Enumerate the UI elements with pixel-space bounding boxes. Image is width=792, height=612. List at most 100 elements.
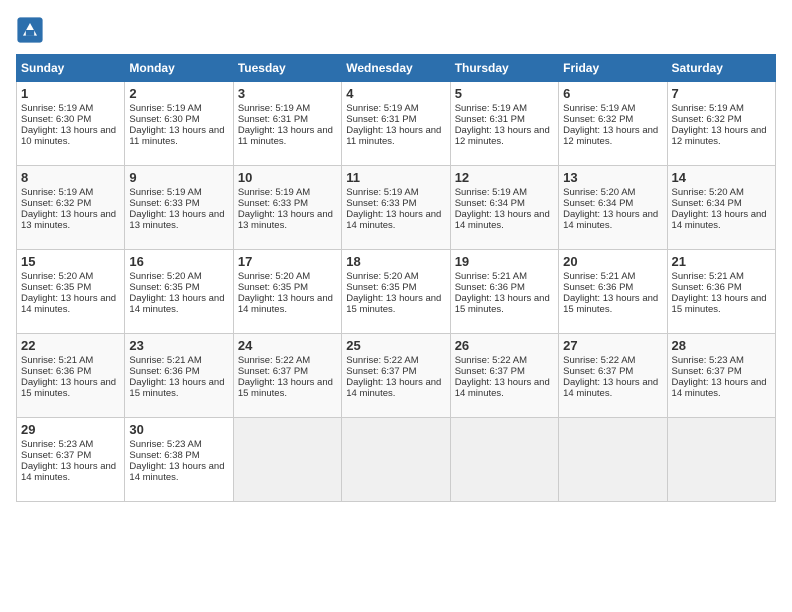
sunset-text: Sunset: 6:33 PM (346, 198, 416, 209)
sunrise-text: Sunrise: 5:23 AM (672, 355, 744, 366)
day-number: 20 (563, 254, 662, 269)
calendar-cell: 30Sunrise: 5:23 AMSunset: 6:38 PMDayligh… (125, 418, 233, 502)
sunset-text: Sunset: 6:37 PM (238, 366, 308, 377)
daylight-text: Daylight: 13 hours and 12 minutes. (563, 125, 658, 147)
sunrise-text: Sunrise: 5:22 AM (238, 355, 310, 366)
daylight-text: Daylight: 13 hours and 13 minutes. (21, 209, 116, 231)
sunset-text: Sunset: 6:32 PM (672, 114, 742, 125)
calendar-cell: 21 Sunrise: 5:21 AMSunset: 6:36 PMDayligh… (667, 250, 775, 334)
sunset-text: Sunset: 6:36 PM (21, 366, 91, 377)
daylight-text: Daylight: 13 hours and 14 minutes. (455, 377, 550, 399)
sunrise-text: Sunrise: 5:20 AM (346, 271, 418, 282)
sunrise-text: Sunrise: 5:19 AM (21, 103, 93, 114)
daylight-text: Daylight: 13 hours and 15 minutes. (129, 377, 224, 399)
day-number: 1 (21, 86, 120, 101)
sunrise-text: Sunrise: 5:19 AM (238, 187, 310, 198)
day-number: 24 (238, 338, 337, 353)
calendar-week-row: 8Sunrise: 5:19 AMSunset: 6:32 PMDaylight… (17, 166, 776, 250)
sunrise-text: Sunrise: 5:19 AM (129, 103, 201, 114)
sunset-text: Sunset: 6:36 PM (455, 282, 525, 293)
calendar-cell: 11Sunrise: 5:19 AMSunset: 6:33 PMDayligh… (342, 166, 450, 250)
day-number: 21 (672, 254, 771, 269)
calendar-cell: 28Sunrise: 5:23 AMSunset: 6:37 PMDayligh… (667, 334, 775, 418)
weekday-header-monday: Monday (125, 55, 233, 82)
sunrise-text: Sunrise: 5:20 AM (672, 187, 744, 198)
calendar-week-row: 22Sunrise: 5:21 AMSunset: 6:36 PMDayligh… (17, 334, 776, 418)
day-number: 16 (129, 254, 228, 269)
calendar-cell: 26Sunrise: 5:22 AMSunset: 6:37 PMDayligh… (450, 334, 558, 418)
calendar-cell: 2Sunrise: 5:19 AMSunset: 6:30 PMDaylight… (125, 82, 233, 166)
sunset-text: Sunset: 6:34 PM (563, 198, 633, 209)
sunset-text: Sunset: 6:30 PM (21, 114, 91, 125)
weekday-header-saturday: Saturday (667, 55, 775, 82)
sunrise-text: Sunrise: 5:20 AM (238, 271, 310, 282)
sunset-text: Sunset: 6:34 PM (455, 198, 525, 209)
daylight-text: Daylight: 13 hours and 13 minutes. (238, 209, 333, 231)
daylight-text: Daylight: 13 hours and 15 minutes. (455, 293, 550, 315)
calendar-cell: 7Sunrise: 5:19 AMSunset: 6:32 PMDaylight… (667, 82, 775, 166)
calendar-cell (450, 418, 558, 502)
daylight-text: Daylight: 13 hours and 12 minutes. (672, 125, 767, 147)
sunrise-text: Sunrise: 5:19 AM (455, 103, 527, 114)
daylight-text: Daylight: 13 hours and 15 minutes. (346, 293, 441, 315)
calendar-cell: 29Sunrise: 5:23 AMSunset: 6:37 PMDayligh… (17, 418, 125, 502)
sunrise-text: Sunrise: 5:19 AM (563, 103, 635, 114)
sunrise-text: Sunrise: 5:19 AM (21, 187, 93, 198)
weekday-header-wednesday: Wednesday (342, 55, 450, 82)
sunrise-text: Sunrise: 5:20 AM (21, 271, 93, 282)
daylight-text: Daylight: 13 hours and 14 minutes. (672, 209, 767, 231)
sunrise-text: Sunrise: 5:22 AM (455, 355, 527, 366)
calendar-cell: 1 Sunrise: 5:19 AMSunset: 6:30 PMDaylight… (17, 82, 125, 166)
sunset-text: Sunset: 6:33 PM (238, 198, 308, 209)
daylight-text: Daylight: 13 hours and 15 minutes. (21, 377, 116, 399)
calendar-cell: 23Sunrise: 5:21 AMSunset: 6:36 PMDayligh… (125, 334, 233, 418)
calendar-cell: 15Sunrise: 5:20 AMSunset: 6:35 PMDayligh… (17, 250, 125, 334)
daylight-text: Daylight: 13 hours and 14 minutes. (563, 377, 658, 399)
sunset-text: Sunset: 6:31 PM (238, 114, 308, 125)
logo-icon (16, 16, 44, 44)
daylight-text: Daylight: 13 hours and 12 minutes. (455, 125, 550, 147)
calendar-cell (667, 418, 775, 502)
calendar-table: SundayMondayTuesdayWednesdayThursdayFrid… (16, 54, 776, 502)
day-number: 29 (21, 422, 120, 437)
sunset-text: Sunset: 6:34 PM (672, 198, 742, 209)
sunset-text: Sunset: 6:37 PM (672, 366, 742, 377)
day-number: 13 (563, 170, 662, 185)
page-header (16, 16, 776, 44)
day-number: 4 (346, 86, 445, 101)
day-number: 9 (129, 170, 228, 185)
sunset-text: Sunset: 6:36 PM (672, 282, 742, 293)
day-number: 26 (455, 338, 554, 353)
calendar-week-row: 1Sunrise: 5:19 AMSunset: 6:30 PMDaylight… (17, 82, 776, 166)
sunset-text: Sunset: 6:30 PM (129, 114, 199, 125)
weekday-header-friday: Friday (559, 55, 667, 82)
sunrise-text: Sunrise: 5:19 AM (455, 187, 527, 198)
calendar-cell: 4Sunrise: 5:19 AMSunset: 6:31 PMDaylight… (342, 82, 450, 166)
day-number: 27 (563, 338, 662, 353)
sunrise-text: Sunrise: 5:20 AM (563, 187, 635, 198)
daylight-text: Daylight: 13 hours and 13 minutes. (129, 209, 224, 231)
calendar-cell: 18Sunrise: 5:20 AMSunset: 6:35 PMDayligh… (342, 250, 450, 334)
sunrise-text: Sunrise: 5:19 AM (346, 103, 418, 114)
calendar-cell: 10Sunrise: 5:19 AMSunset: 6:33 PMDayligh… (233, 166, 341, 250)
sunset-text: Sunset: 6:38 PM (129, 450, 199, 461)
sunset-text: Sunset: 6:33 PM (129, 198, 199, 209)
sunset-text: Sunset: 6:32 PM (21, 198, 91, 209)
daylight-text: Daylight: 13 hours and 14 minutes. (455, 209, 550, 231)
sunrise-text: Sunrise: 5:21 AM (563, 271, 635, 282)
daylight-text: Daylight: 13 hours and 10 minutes. (21, 125, 116, 147)
day-number: 30 (129, 422, 228, 437)
sunrise-text: Sunrise: 5:21 AM (672, 271, 744, 282)
calendar-cell: 12 Sunrise: 5:19 AMSunset: 6:34 PMDayligh… (450, 166, 558, 250)
day-number: 12 (455, 170, 554, 185)
daylight-text: Daylight: 13 hours and 15 minutes. (672, 293, 767, 315)
weekday-header-sunday: Sunday (17, 55, 125, 82)
day-number: 28 (672, 338, 771, 353)
calendar-cell: 14Sunrise: 5:20 AMSunset: 6:34 PMDayligh… (667, 166, 775, 250)
sunset-text: Sunset: 6:37 PM (346, 366, 416, 377)
logo (16, 16, 48, 44)
calendar-cell: 6Sunrise: 5:19 AMSunset: 6:32 PMDaylight… (559, 82, 667, 166)
sunrise-text: Sunrise: 5:22 AM (346, 355, 418, 366)
daylight-text: Daylight: 13 hours and 14 minutes. (238, 293, 333, 315)
calendar-cell: 9Sunrise: 5:19 AMSunset: 6:33 PMDaylight… (125, 166, 233, 250)
